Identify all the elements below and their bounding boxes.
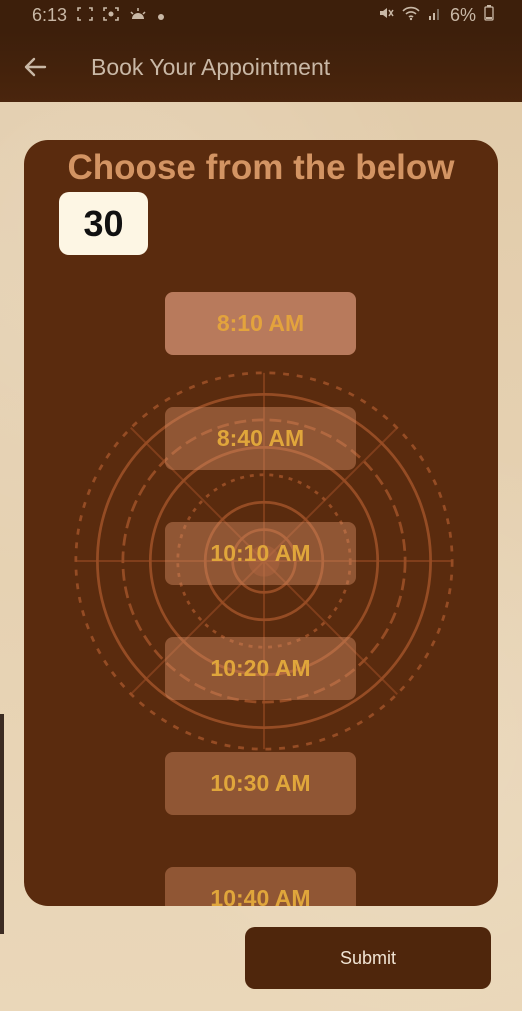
status-time: 6:13 xyxy=(32,5,68,25)
time-slot-card[interactable]: Choose from the below 30 8:10 AM 8:40 AM… xyxy=(24,140,498,906)
mute-icon xyxy=(378,5,394,26)
status-right: 6% xyxy=(378,5,494,26)
battery-text: 6% xyxy=(449,5,476,25)
time-slot-button[interactable]: 8:10 AM xyxy=(165,292,356,355)
time-slot-button[interactable]: 10:30 AM xyxy=(165,752,356,815)
time-slot-button[interactable]: 10:10 AM xyxy=(165,522,356,585)
wifi-icon xyxy=(402,5,420,26)
weather-icon xyxy=(129,5,147,26)
page-title: Book Your Appointment xyxy=(91,54,331,80)
side-edge-strip xyxy=(0,714,4,934)
battery-icon xyxy=(484,5,494,26)
time-slot-button[interactable]: 10:40 AM xyxy=(165,867,356,906)
status-left: 6:13 xyxy=(32,5,165,26)
app-bar: Book Your Appointment xyxy=(0,32,522,102)
time-slot-button[interactable]: 8:40 AM xyxy=(165,407,356,470)
dot-icon xyxy=(157,5,165,26)
time-slot-button[interactable]: 10:20 AM xyxy=(165,637,356,700)
submit-button[interactable]: Submit xyxy=(245,927,491,989)
scan-icon xyxy=(103,5,119,26)
choose-heading: Choose from the below xyxy=(67,148,455,187)
status-bar: 6:13 6% xyxy=(0,0,522,32)
screenshot-icon xyxy=(77,5,93,26)
signal-icon xyxy=(428,5,442,26)
back-arrow-icon[interactable] xyxy=(20,52,50,82)
duration-badge: 30 xyxy=(59,192,148,255)
